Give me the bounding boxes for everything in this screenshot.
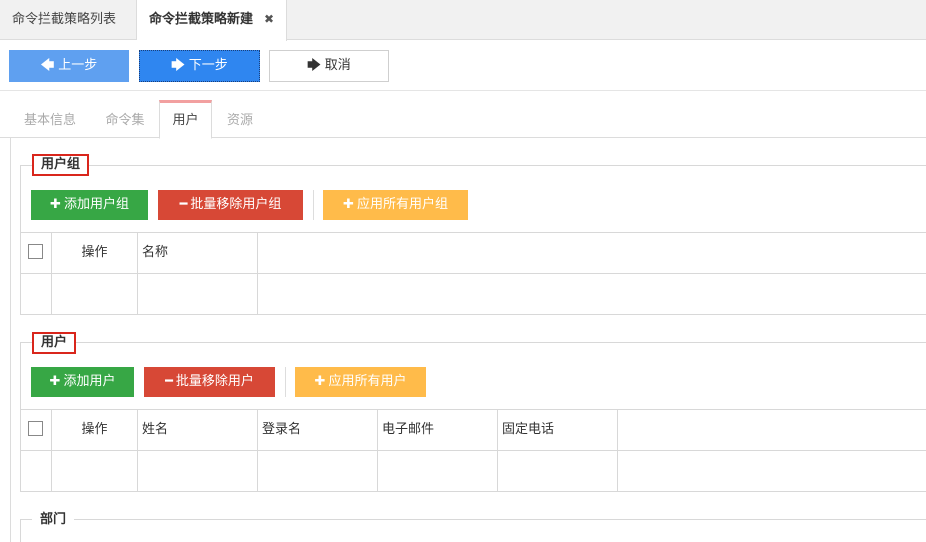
select-all-cell bbox=[20, 410, 52, 450]
prev-step-label: 上一步 bbox=[58, 58, 98, 73]
column-header: 姓名 bbox=[138, 410, 258, 450]
table-cell bbox=[138, 451, 258, 492]
table-cell bbox=[258, 451, 378, 492]
next-step-label: 下一步 bbox=[188, 58, 228, 73]
table-cell bbox=[52, 451, 138, 492]
user-group-legend: 用户组 bbox=[32, 154, 90, 176]
divider bbox=[313, 190, 314, 220]
next-step-button[interactable]: 🡆 下一步 bbox=[139, 50, 260, 82]
add-user-group-button[interactable]: ✚ 添加用户组 bbox=[31, 190, 148, 220]
column-header: 操作 bbox=[52, 410, 138, 450]
department-legend: 部门 bbox=[32, 510, 75, 530]
tab-resources[interactable]: 资源 bbox=[214, 100, 266, 138]
column-header: 操作 bbox=[52, 233, 138, 273]
arrow-left-icon: 🡄 bbox=[40, 58, 55, 73]
table-row bbox=[20, 274, 926, 315]
column-header: 名称 bbox=[138, 233, 258, 273]
cancel-label: 取消 bbox=[324, 58, 351, 73]
table-cell bbox=[378, 451, 498, 492]
divider bbox=[0, 90, 926, 91]
fieldset-border bbox=[20, 519, 926, 520]
table-row bbox=[20, 451, 926, 492]
divider bbox=[285, 367, 286, 397]
tab-policy-new-label: 命令拦截策略新建 bbox=[149, 12, 254, 27]
top-tab-bar: 命令拦截策略列表 命令拦截策略新建 ✖ bbox=[0, 0, 926, 41]
add-user-group-label: 添加用户组 bbox=[63, 197, 129, 212]
fieldset-border bbox=[20, 519, 21, 542]
fieldset-border bbox=[20, 342, 926, 343]
table-cell bbox=[138, 274, 258, 315]
select-all-checkbox[interactable] bbox=[28, 421, 43, 436]
minus-icon: ━ bbox=[179, 197, 188, 212]
plus-icon: ✚ bbox=[343, 197, 354, 212]
column-header: 电子邮件 bbox=[378, 410, 498, 450]
plus-icon: ✚ bbox=[49, 374, 61, 389]
remove-users-label: 批量移除用户 bbox=[175, 374, 254, 389]
remove-user-groups-button[interactable]: ━ 批量移除用户组 bbox=[158, 190, 303, 220]
remove-users-button[interactable]: ━ 批量移除用户 bbox=[144, 367, 275, 397]
apply-all-users-label: 应用所有用户 bbox=[328, 374, 407, 389]
add-user-button[interactable]: ✚ 添加用户 bbox=[31, 367, 134, 397]
apply-all-users-button[interactable]: ✚ 应用所有用户 bbox=[295, 367, 426, 397]
prev-step-button[interactable]: 🡄 上一步 bbox=[9, 50, 129, 82]
cancel-button[interactable]: 🡆 取消 bbox=[269, 50, 389, 82]
add-user-label: 添加用户 bbox=[63, 374, 116, 389]
table-cell bbox=[498, 451, 618, 492]
column-header: 登录名 bbox=[258, 410, 378, 450]
table-cell bbox=[52, 274, 138, 315]
table-cell bbox=[20, 274, 52, 315]
plus-icon: ✚ bbox=[50, 197, 61, 212]
table-header-row: 操作 姓名 登录名 电子邮件 固定电话 bbox=[20, 410, 926, 451]
tab-basic-info[interactable]: 基本信息 bbox=[12, 100, 88, 138]
users-table: 操作 姓名 登录名 电子邮件 固定电话 bbox=[20, 409, 926, 492]
close-icon[interactable]: ✖ bbox=[264, 0, 274, 39]
tab-policy-list[interactable]: 命令拦截策略列表 bbox=[0, 0, 137, 40]
arrow-right-icon: 🡆 bbox=[307, 58, 321, 73]
users-legend: 用户 bbox=[32, 332, 77, 354]
step-tabs: 基本信息 命令集 用户 资源 bbox=[0, 100, 926, 139]
table-cell bbox=[20, 451, 52, 492]
minus-icon: ━ bbox=[165, 374, 173, 389]
tab-users[interactable]: 用户 bbox=[159, 100, 212, 139]
apply-all-user-groups-label: 应用所有用户组 bbox=[356, 197, 448, 212]
tab-policy-new[interactable]: 命令拦截策略新建 ✖ bbox=[137, 0, 287, 41]
tab-command-set[interactable]: 命令集 bbox=[92, 100, 158, 138]
select-all-cell bbox=[20, 233, 52, 273]
table-header-row: 操作 名称 bbox=[20, 233, 926, 274]
apply-all-user-groups-button[interactable]: ✚ 应用所有用户组 bbox=[323, 190, 468, 220]
user-group-table: 操作 名称 bbox=[20, 232, 926, 315]
plus-icon: ✚ bbox=[314, 374, 326, 389]
tab-policy-list-label: 命令拦截策略列表 bbox=[12, 12, 117, 27]
remove-user-groups-label: 批量移除用户组 bbox=[190, 197, 282, 212]
fieldset-border bbox=[20, 165, 926, 166]
arrow-right-icon: 🡆 bbox=[171, 58, 185, 73]
select-all-checkbox[interactable] bbox=[28, 244, 43, 259]
column-header: 固定电话 bbox=[498, 410, 618, 450]
